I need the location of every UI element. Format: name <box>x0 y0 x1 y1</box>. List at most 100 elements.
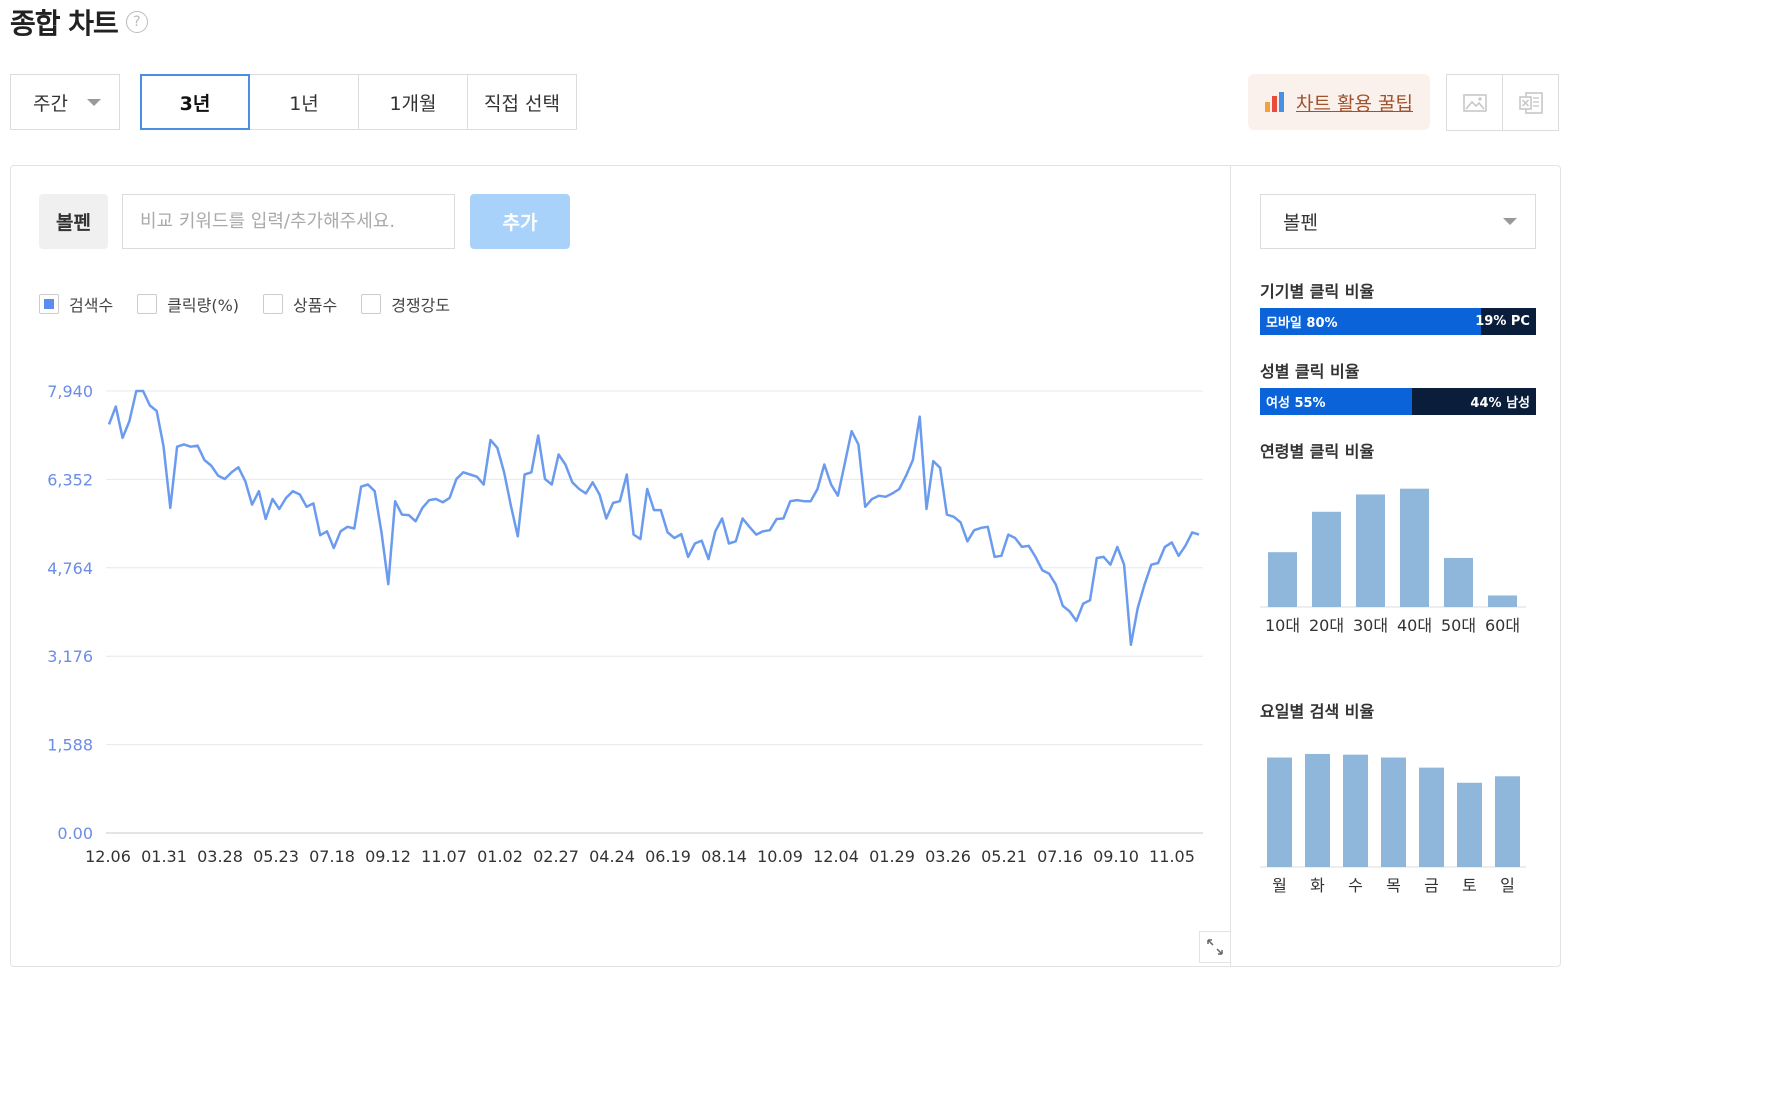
tab-custom-range[interactable]: 직접 선택 <box>467 74 577 130</box>
y-tick-label: 7,940 <box>47 382 93 401</box>
bar <box>1488 595 1517 607</box>
y-tick-label: 6,352 <box>47 470 93 489</box>
keyword-chip[interactable]: 볼펜 <box>39 194 108 249</box>
legend-item-clicks[interactable]: 클릭량(%) <box>137 292 239 316</box>
chevron-down-icon <box>1503 218 1517 225</box>
category-label: 10대 <box>1265 616 1300 635</box>
x-tick-label: 05.21 <box>981 847 1027 866</box>
page-title: 종합 차트 <box>10 7 119 40</box>
x-tick-label: 03.26 <box>925 847 971 866</box>
x-tick-label: 01.29 <box>869 847 915 866</box>
bar <box>1444 557 1473 607</box>
x-tick-label: 12.04 <box>813 847 859 866</box>
category-label: 금 <box>1424 876 1439 895</box>
legend-item-products[interactable]: 상품수 <box>263 292 337 316</box>
category-label: 화 <box>1310 876 1325 895</box>
export-group <box>1446 74 1559 131</box>
x-tick-label: 08.14 <box>701 847 747 866</box>
y-tick-label: 4,764 <box>47 559 93 578</box>
bar <box>1457 782 1482 867</box>
x-tick-label: 03.28 <box>197 847 243 866</box>
period-select-value: 주간 <box>33 92 68 115</box>
bar <box>1381 757 1406 867</box>
bar <box>1495 776 1520 867</box>
x-tick-label: 05.23 <box>253 847 299 866</box>
x-tick-label: 10.09 <box>757 847 803 866</box>
chart-legend: 검색수 클릭량(%) 상품수 경쟁강도 <box>39 292 474 316</box>
category-label: 토 <box>1462 876 1477 895</box>
legend-label: 경쟁강도 <box>391 296 451 315</box>
x-tick-label: 11.05 <box>1149 847 1195 866</box>
category-label: 수 <box>1348 876 1363 895</box>
bar <box>1267 757 1292 867</box>
search-volume-line-chart: 7,940 6,352 4,764 3,176 1,588 0.00 12.06 01.31 0… <box>47 382 1203 866</box>
bar <box>1400 488 1429 607</box>
tab-1-year[interactable]: 1년 <box>249 74 359 130</box>
weekday-search-bar-chart: 월화수목금토일 <box>1260 753 1526 895</box>
checkbox-icon[interactable] <box>39 294 59 314</box>
legend-item-competition[interactable]: 경쟁강도 <box>361 292 450 316</box>
x-tick-label: 07.18 <box>309 847 355 866</box>
expand-icon <box>1207 939 1223 955</box>
category-label: 일 <box>1500 876 1515 895</box>
legend-label: 클릭량(%) <box>167 296 240 315</box>
x-tick-label: 02.27 <box>533 847 579 866</box>
age-ratio-title: 연령별 클릭 비율 <box>1260 442 1375 461</box>
x-tick-label: 12.06 <box>85 847 131 866</box>
legend-item-searches[interactable]: 검색수 <box>39 292 113 316</box>
weekday-ratio-title: 요일별 검색 비율 <box>1260 702 1375 721</box>
device-mobile-segment: 모바일 80% <box>1260 308 1481 335</box>
export-image-button[interactable] <box>1446 74 1503 131</box>
category-label: 50대 <box>1441 616 1476 635</box>
y-tick-label: 3,176 <box>47 647 93 666</box>
x-tick-label: 09.10 <box>1093 847 1139 866</box>
checkbox-icon[interactable] <box>263 294 284 314</box>
x-tick-label: 06.19 <box>645 847 691 866</box>
x-tick-label: 01.02 <box>477 847 523 866</box>
help-icon[interactable]: ? <box>125 11 148 33</box>
x-tick-label: 01.31 <box>141 847 187 866</box>
device-ratio-bar: 모바일 80% 19% PC <box>1260 308 1536 335</box>
gender-female-segment: 여성 55% <box>1260 388 1412 415</box>
chart-panel: 볼펜 추가 검색수 클릭량(%) 상품수 경쟁강도 7,940 6,352 4,76… <box>10 165 1561 967</box>
chevron-down-icon <box>87 99 101 106</box>
bar <box>1268 552 1297 607</box>
panel-divider <box>1230 166 1231 966</box>
title-row: 종합 차트 ? <box>10 2 148 42</box>
bar <box>1305 753 1330 867</box>
legend-label: 검색수 <box>69 296 114 315</box>
chart-tip-label: 차트 활용 꿀팁 <box>1296 92 1413 115</box>
device-ratio-title: 기기별 클릭 비율 <box>1260 282 1375 301</box>
category-label: 목 <box>1386 876 1401 895</box>
tab-3-years[interactable]: 3년 <box>140 74 250 130</box>
compare-keyword-input[interactable] <box>122 194 455 249</box>
bar-chart-icon <box>1265 92 1286 112</box>
bar <box>1343 754 1368 867</box>
x-tick-label: 07.16 <box>1037 847 1083 866</box>
legend-label: 상품수 <box>293 296 338 315</box>
checkbox-icon[interactable] <box>137 294 158 314</box>
chart-tip-button[interactable]: 차트 활용 꿀팁 <box>1248 74 1430 130</box>
export-excel-button[interactable] <box>1502 74 1559 131</box>
device-pc-segment: 19% PC <box>1475 308 1536 335</box>
category-label: 60대 <box>1485 616 1520 635</box>
bar <box>1312 511 1341 607</box>
category-label: 월 <box>1272 876 1287 895</box>
age-click-bar-chart: 10대 20대 30대 40대 50대 60대 <box>1260 488 1526 635</box>
gender-ratio-bar: 여성 55% 44% 남성 <box>1260 388 1536 415</box>
bar <box>1419 767 1444 867</box>
period-select[interactable]: 주간 <box>10 74 120 130</box>
expand-chart-button[interactable] <box>1199 931 1231 963</box>
tab-1-month[interactable]: 1개월 <box>358 74 468 130</box>
x-tick-label: 04.24 <box>589 847 635 866</box>
sidebar-keyword-select[interactable]: 볼펜 <box>1260 194 1536 249</box>
image-icon <box>1462 93 1487 112</box>
x-tick-label: 11.07 <box>421 847 467 866</box>
range-tabs: 3년 1년 1개월 직접 선택 <box>140 74 577 130</box>
category-label: 40대 <box>1397 616 1432 635</box>
add-keyword-button[interactable]: 추가 <box>470 194 570 249</box>
checkbox-icon[interactable] <box>361 294 382 314</box>
y-tick-label: 1,588 <box>47 736 93 755</box>
series-line-search-volume <box>107 389 1200 647</box>
category-label: 20대 <box>1309 616 1344 635</box>
